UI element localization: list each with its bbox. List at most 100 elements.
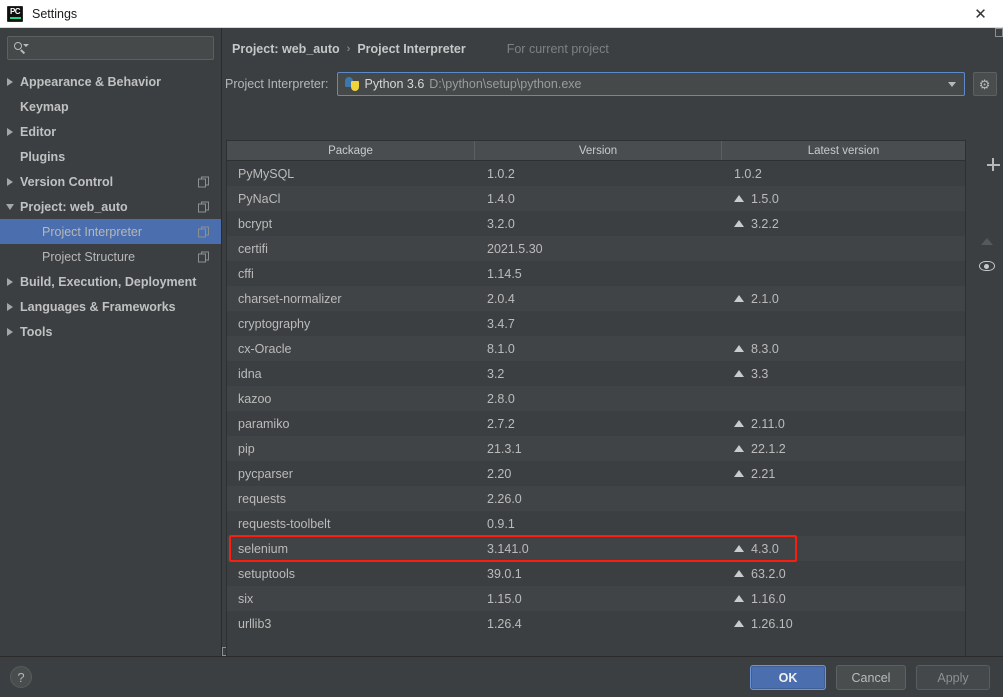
table-row[interactable]: kazoo 2.8.0	[227, 386, 965, 411]
copy-icon	[198, 226, 209, 237]
title-bar: PC Settings ✕	[0, 0, 1003, 28]
cell-package: certifi	[238, 241, 268, 256]
table-row[interactable]: requests 2.26.0	[227, 486, 965, 511]
table-row[interactable]: selenium 3.141.0 4.3.0	[227, 536, 965, 561]
table-row[interactable]: cryptography 3.4.7	[227, 311, 965, 336]
package-table-header: Package Version Latest version	[227, 141, 965, 161]
search-box[interactable]	[7, 36, 214, 60]
table-row[interactable]: urllib3 1.26.4 1.26.10	[227, 611, 965, 636]
upgrade-available-icon	[734, 220, 744, 227]
sidebar-item-label: Editor	[20, 124, 57, 139]
cell-package: cffi	[238, 266, 254, 281]
breadcrumb: Project: web_auto › Project Interpreter …	[222, 28, 1003, 656]
remove-package-button[interactable]	[970, 176, 1003, 212]
sidebar-item-editor[interactable]: Editor	[0, 119, 221, 144]
latest-version-text: 1.0.2	[734, 166, 762, 181]
breadcrumb-separator-icon: ›	[346, 43, 351, 55]
sidebar-item-version-control[interactable]: Version Control	[0, 169, 221, 194]
latest-version-text: 2.1.0	[751, 291, 779, 306]
table-row[interactable]: idna 3.2 3.3	[227, 361, 965, 386]
table-row[interactable]: paramiko 2.7.2 2.11.0	[227, 411, 965, 436]
cell-package: urllib3	[238, 616, 272, 631]
cell-version: 1.26.4	[487, 616, 522, 631]
table-row[interactable]: bcrypt 3.2.0 3.2.2	[227, 211, 965, 236]
search-input[interactable]	[33, 41, 207, 55]
sidebar-item-build-execution-deployment[interactable]: Build, Execution, Deployment	[0, 269, 221, 294]
close-icon[interactable]: ✕	[958, 0, 1003, 28]
upgrade-available-icon	[734, 545, 744, 552]
pycharm-logo-text: PC	[9, 6, 21, 16]
python-icon	[344, 77, 359, 91]
sidebar-item-tools[interactable]: Tools	[0, 319, 221, 344]
sidebar-item-project-structure[interactable]: Project Structure	[0, 244, 221, 269]
upgrade-package-button[interactable]	[970, 212, 1003, 248]
interpreter-path: D:\python\setup\python.exe	[429, 77, 582, 91]
cell-package: pip	[238, 441, 255, 456]
upgrade-available-icon	[734, 445, 744, 452]
chevron-right-icon[interactable]	[0, 277, 20, 286]
table-row[interactable]: charset-normalizer 2.0.4 2.1.0	[227, 286, 965, 311]
sidebar-item-project-interpreter[interactable]: Project Interpreter	[0, 219, 221, 244]
show-early-releases-button[interactable]	[970, 248, 1003, 284]
upgrade-available-icon	[734, 470, 744, 477]
table-row[interactable]: PyNaCl 1.4.0 1.5.0	[227, 186, 965, 211]
cancel-button[interactable]: Cancel	[836, 665, 906, 690]
copy-icon	[222, 28, 1003, 656]
add-package-button[interactable]	[970, 140, 1003, 176]
cell-version: 1.14.5	[487, 266, 522, 281]
table-row[interactable]: cffi 1.14.5	[227, 261, 965, 286]
chevron-right-icon[interactable]	[0, 127, 20, 136]
table-row[interactable]: requests-toolbelt 0.9.1	[227, 511, 965, 536]
copy-icon	[198, 176, 209, 187]
cell-version: 3.141.0	[487, 541, 529, 556]
cell-latest-version: 3.2.2	[722, 217, 965, 231]
search-wrapper	[0, 28, 221, 60]
cell-package: bcrypt	[238, 216, 273, 231]
cell-package: pycparser	[238, 466, 293, 481]
interpreter-select[interactable]: Python 3.6 D:\python\setup\python.exe	[336, 72, 965, 96]
table-row[interactable]: six 1.15.0 1.16.0	[227, 586, 965, 611]
upgrade-available-icon	[734, 620, 744, 627]
latest-version-text: 2.11.0	[751, 416, 785, 431]
question-mark-icon[interactable]: ?	[10, 666, 32, 688]
column-header-version[interactable]: Version	[475, 141, 722, 160]
chevron-right-icon[interactable]	[0, 302, 20, 311]
sidebar-item-appearance-behavior[interactable]: Appearance & Behavior	[0, 69, 221, 94]
upgrade-available-icon	[734, 595, 744, 602]
ok-button[interactable]: OK	[750, 665, 826, 690]
table-row[interactable]: pip 21.3.1 22.1.2	[227, 436, 965, 461]
chevron-right-icon[interactable]	[0, 77, 20, 86]
sidebar-item-project-web-auto[interactable]: Project: web_auto	[0, 194, 221, 219]
table-row[interactable]: PyMySQL 1.0.2 1.0.2	[227, 161, 965, 186]
column-header-latest-version[interactable]: Latest version	[722, 141, 965, 160]
cell-package: cryptography	[238, 316, 311, 331]
upgrade-available-icon	[734, 345, 744, 352]
column-header-package[interactable]: Package	[227, 141, 475, 160]
sidebar-item-plugins[interactable]: Plugins	[0, 144, 221, 169]
sidebar-item-languages-frameworks[interactable]: Languages & Frameworks	[0, 294, 221, 319]
upgrade-available-icon	[734, 295, 744, 302]
chevron-right-icon[interactable]	[0, 177, 20, 186]
table-row[interactable]: setuptools 39.0.1 63.2.0	[227, 561, 965, 586]
chevron-right-icon[interactable]	[0, 327, 20, 336]
interpreter-settings-button[interactable]: ⚙	[972, 72, 997, 96]
table-row[interactable]: pycparser 2.20 2.21	[227, 461, 965, 486]
latest-version-text: 1.26.10	[751, 616, 793, 631]
breadcrumb-root[interactable]: Project: web_auto	[232, 42, 340, 56]
apply-button[interactable]: Apply	[916, 665, 990, 690]
sidebar-item-keymap[interactable]: Keymap	[0, 94, 221, 119]
cell-version: 3.4.7	[487, 316, 515, 331]
cell-package: setuptools	[238, 566, 295, 581]
interpreter-label: Project Interpreter:	[225, 77, 329, 91]
chevron-down-icon[interactable]	[947, 82, 956, 87]
latest-version-text: 2.21	[751, 466, 776, 481]
window-title: Settings	[32, 6, 78, 21]
chevron-down-icon[interactable]	[0, 203, 20, 210]
cell-version: 0.9.1	[487, 516, 515, 531]
latest-version-text: 1.16.0	[751, 591, 786, 606]
table-row[interactable]: cx-Oracle 8.1.0 8.3.0	[227, 336, 965, 361]
table-row[interactable]: certifi 2021.5.30	[227, 236, 965, 261]
cell-package: idna	[238, 366, 262, 381]
interpreter-name: Python 3.6	[364, 77, 425, 91]
cell-package: charset-normalizer	[238, 291, 342, 306]
